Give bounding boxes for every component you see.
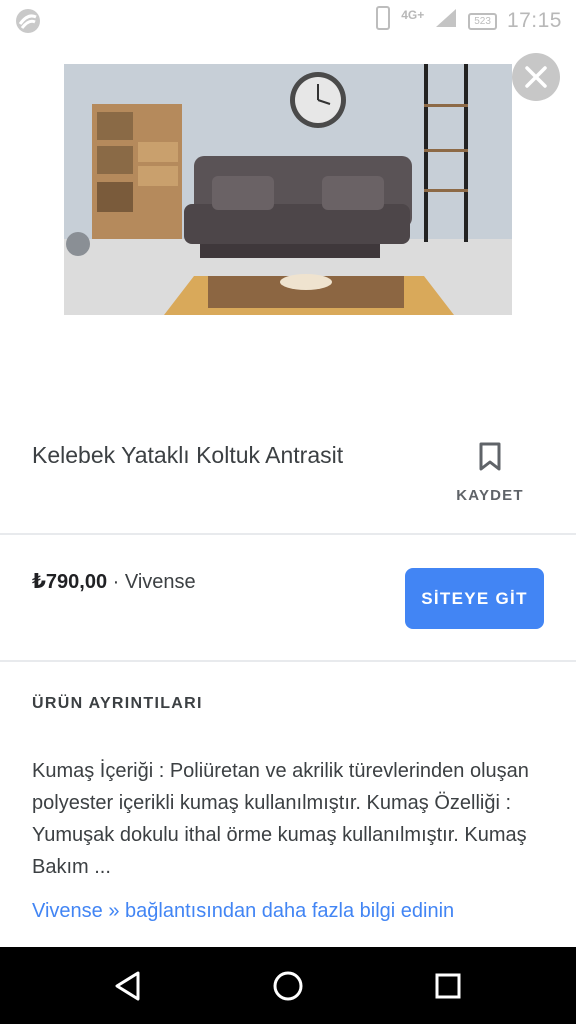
price: ₺790,00 [32, 571, 108, 593]
back-icon [115, 971, 140, 1000]
product-image [64, 64, 512, 315]
status-icons: 4G+ 523 17:15 [375, 0, 562, 42]
save-label: KAYDET [456, 487, 524, 504]
home-icon [273, 971, 303, 1000]
battery-icon: 523 [468, 12, 497, 30]
close-button[interactable] [512, 53, 560, 101]
home-button[interactable] [248, 947, 328, 1024]
recents-button[interactable] [408, 947, 488, 1024]
clock: 17:15 [506, 9, 562, 32]
status-bar: 4G+ 523 17:15 [0, 0, 576, 42]
seller-name: Vivense [124, 571, 196, 593]
signal-icon [434, 7, 458, 35]
section-title: ÜRÜN AYRINTILARI [32, 695, 203, 712]
phone-icon [375, 6, 391, 36]
recents-icon [435, 973, 461, 998]
close-icon [525, 66, 547, 88]
divider [0, 533, 576, 535]
network-type: 4G+ [401, 8, 425, 22]
save-button[interactable]: KAYDET [448, 442, 532, 504]
product-title: Kelebek Yataklı Koltuk Antrasit [32, 442, 344, 468]
divider [0, 660, 576, 662]
bookmark-icon [478, 442, 502, 477]
app-logo-icon [14, 7, 42, 35]
navigation-bar [0, 947, 576, 1024]
more-info-link[interactable]: Vivense » bağlantısından daha fazla bilg… [32, 900, 454, 923]
product-description: Kumaş İçeriği : Poliüretan ve akrilik tü… [32, 760, 529, 878]
price-separator: · [107, 571, 125, 593]
price-line: ₺790,00 · Vivense [32, 569, 196, 594]
back-button[interactable] [88, 947, 168, 1024]
go-to-site-button[interactable]: SİTEYE GİT [405, 568, 544, 629]
